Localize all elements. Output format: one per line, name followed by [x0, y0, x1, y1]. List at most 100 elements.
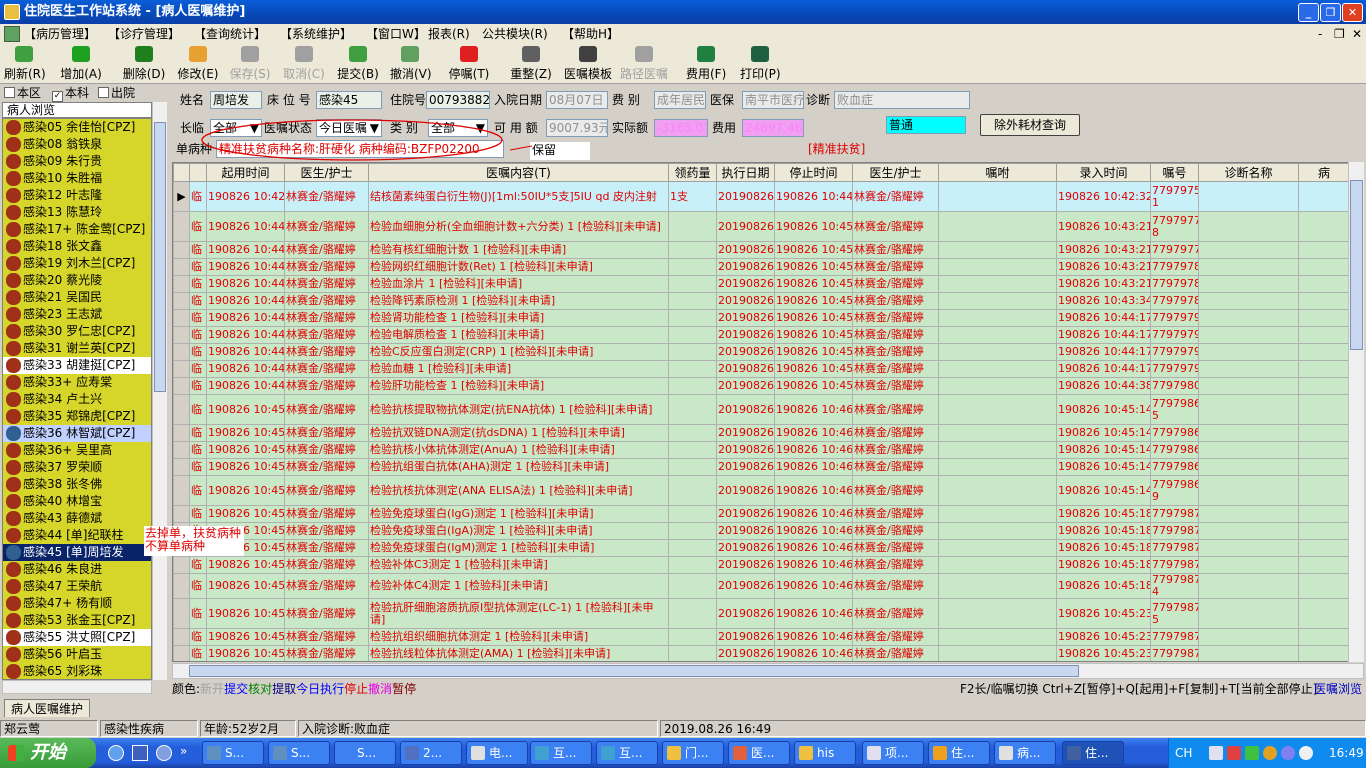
- instruction-cell[interactable]: [938, 505, 1057, 523]
- consumable-query-button[interactable]: 除外耗材查询: [980, 114, 1080, 136]
- security-icon[interactable]: [1263, 746, 1277, 760]
- start-time-cell[interactable]: 190826 10:44: [206, 309, 285, 327]
- exec-date-cell[interactable]: 20190826: [716, 309, 775, 327]
- stop-time-cell[interactable]: 190826 10:45: [774, 343, 853, 361]
- start-time-cell[interactable]: 190826 10:45: [206, 556, 285, 574]
- doctor2-cell[interactable]: 林赛金/骆耀婷: [852, 360, 939, 378]
- order-no-cell[interactable]: 7797986E: [1150, 458, 1199, 476]
- input-time-cell[interactable]: 190826 10:45:23: [1056, 628, 1151, 646]
- diagnosis-cell[interactable]: [1198, 441, 1299, 459]
- start-time-cell[interactable]: 190826 10:45: [206, 645, 285, 661]
- doctor2-cell[interactable]: 林赛金/骆耀婷: [852, 258, 939, 276]
- type-cell[interactable]: 临: [189, 441, 207, 459]
- grid-vscrollbar[interactable]: [1348, 162, 1364, 662]
- cost-field[interactable]: 24697.46元: [742, 119, 804, 137]
- input-time-cell[interactable]: 190826 10:43:21: [1056, 211, 1151, 242]
- patient-list-item[interactable]: 感染12 叶志隆: [3, 187, 151, 204]
- start-time-cell[interactable]: 190826 10:44: [206, 343, 285, 361]
- row-indicator[interactable]: [173, 211, 190, 242]
- col-input-time[interactable]: 录入时间: [1056, 163, 1151, 182]
- stop-time-cell[interactable]: 190826 10:46: [774, 394, 853, 425]
- instruction-cell[interactable]: [938, 458, 1057, 476]
- update-icon[interactable]: [1299, 746, 1313, 760]
- row-indicator[interactable]: [173, 645, 190, 661]
- exec-date-cell[interactable]: 20190826: [716, 573, 775, 599]
- order-no-cell[interactable]: 7797980S: [1150, 377, 1199, 395]
- content-cell[interactable]: 检验肾功能检查 1 [检验科][未申请]: [368, 309, 669, 327]
- menu-system[interactable]: 【系统维护】: [280, 24, 352, 44]
- start-time-cell[interactable]: 190826 10:44: [206, 326, 285, 344]
- grid-hscrollbar[interactable]: [172, 663, 1364, 679]
- type-cell[interactable]: 临: [189, 181, 207, 212]
- order-no-cell[interactable]: 7797987T: [1150, 645, 1199, 661]
- diagnosis-cell[interactable]: [1198, 275, 1299, 293]
- ie-icon[interactable]: [108, 745, 124, 761]
- more-cell[interactable]: [1298, 326, 1350, 344]
- content-cell[interactable]: 检验有核红细胞计数 1 [检验科][未申请]: [368, 241, 669, 259]
- content-cell[interactable]: 检验补体C3测定 1 [检验科][未申请]: [368, 556, 669, 574]
- input-time-cell[interactable]: 190826 10:44:17: [1056, 326, 1151, 344]
- revoke-button[interactable]: 撤消(V): [390, 46, 432, 82]
- row-indicator[interactable]: [173, 360, 190, 378]
- order-row[interactable]: 临 190826 10:45 林赛金/骆耀婷 检验抗组蛋白抗体(AHA)测定 1 [检…: [173, 458, 1350, 476]
- qty-cell[interactable]: [668, 505, 717, 523]
- input-time-cell[interactable]: 190826 10:43:21: [1056, 258, 1151, 276]
- order-row[interactable]: 临 190826 10:45 林赛金/骆耀婷 检验抗双链DNA测定(抗dsDNA) 1…: [173, 424, 1350, 442]
- type-cell[interactable]: 临: [189, 343, 207, 361]
- tab-order-maintenance[interactable]: 病人医嘱维护: [4, 699, 91, 717]
- order-no-cell[interactable]: 7797987 4: [1150, 573, 1199, 599]
- content-cell[interactable]: 检验抗组织细胞抗体测定 1 [检验科][未申请]: [368, 628, 669, 646]
- stop-time-cell[interactable]: 190826 10:46: [774, 598, 853, 629]
- row-indicator[interactable]: [173, 475, 190, 506]
- instruction-cell[interactable]: [938, 181, 1057, 212]
- row-indicator[interactable]: [173, 343, 190, 361]
- edit-button[interactable]: 修改(E): [176, 46, 220, 82]
- instruction-cell[interactable]: [938, 258, 1057, 276]
- mdi-minimize-button[interactable]: -: [1318, 24, 1322, 44]
- diagnosis-cell[interactable]: [1198, 211, 1299, 242]
- exec-date-cell[interactable]: 20190826: [716, 292, 775, 310]
- input-time-cell[interactable]: 190826 10:45:18: [1056, 573, 1151, 599]
- start-time-cell[interactable]: 190826 10:44: [206, 360, 285, 378]
- start-time-cell[interactable]: 190826 10:44: [206, 211, 285, 242]
- input-time-cell[interactable]: 190826 10:44:17: [1056, 309, 1151, 327]
- admit-field[interactable]: 08月07日: [546, 91, 608, 109]
- doctor-cell[interactable]: 林赛金/骆耀婷: [284, 522, 369, 540]
- type-cell[interactable]: 临: [189, 458, 207, 476]
- doctor2-cell[interactable]: 林赛金/骆耀婷: [852, 241, 939, 259]
- exec-date-cell[interactable]: 20190826: [716, 181, 775, 212]
- fee-button[interactable]: 费用(F): [686, 46, 726, 82]
- content-cell[interactable]: 检验抗线粒体抗体测定(AMA) 1 [检验科][未申请]: [368, 645, 669, 661]
- diagnosis-cell[interactable]: [1198, 258, 1299, 276]
- type-cell[interactable]: 临: [189, 258, 207, 276]
- input-time-cell[interactable]: 190826 10:42:32: [1056, 181, 1151, 212]
- patient-list-item[interactable]: 感染21 吴国民: [3, 289, 151, 306]
- doctor-cell[interactable]: 林赛金/骆耀婷: [284, 326, 369, 344]
- diagnosis-cell[interactable]: [1198, 539, 1299, 557]
- start-time-cell[interactable]: 190826 10:45: [206, 628, 285, 646]
- taskbar-task[interactable]: S...: [334, 741, 396, 765]
- order-row[interactable]: 临 190826 10:44 林赛金/骆耀婷 检验肝功能检查 1 [检验科][未申请]…: [173, 377, 1350, 395]
- more-cell[interactable]: [1298, 241, 1350, 259]
- more-cell[interactable]: [1298, 573, 1350, 599]
- instruction-cell[interactable]: [938, 275, 1057, 293]
- exec-date-cell[interactable]: 20190826: [716, 360, 775, 378]
- stop-time-cell[interactable]: 190826 10:46: [774, 475, 853, 506]
- doctor-cell[interactable]: 林赛金/骆耀婷: [284, 360, 369, 378]
- doctor-cell[interactable]: 林赛金/骆耀婷: [284, 475, 369, 506]
- patient-list-item[interactable]: 感染08 翁铁泉: [3, 136, 151, 153]
- type-cell[interactable]: 临: [189, 326, 207, 344]
- content-cell[interactable]: 检验免疫球蛋白(IgA)测定 1 [检验科][未申请]: [368, 522, 669, 540]
- instruction-cell[interactable]: [938, 292, 1057, 310]
- patient-list-item[interactable]: 感染33+ 应寿棠: [3, 374, 151, 391]
- input-time-cell[interactable]: 190826 10:45:14: [1056, 424, 1151, 442]
- close-button[interactable]: ✕: [1342, 3, 1363, 22]
- type-cell[interactable]: 临: [189, 598, 207, 629]
- input-time-cell[interactable]: 190826 10:43:34: [1056, 292, 1151, 310]
- more-cell[interactable]: [1298, 181, 1350, 212]
- filter-ward-checkbox[interactable]: 本区: [4, 84, 41, 102]
- order-row[interactable]: 临 190826 10:44 林赛金/骆耀婷 检验网织红细胞计数(Ret) 1 [检验…: [173, 258, 1350, 276]
- row-indicator[interactable]: [173, 241, 190, 259]
- order-row[interactable]: 临 190826 10:44 林赛金/骆耀婷 检验血细胞分析(全血细胞计数+六分类) …: [173, 211, 1350, 242]
- exec-date-cell[interactable]: 20190826: [716, 628, 775, 646]
